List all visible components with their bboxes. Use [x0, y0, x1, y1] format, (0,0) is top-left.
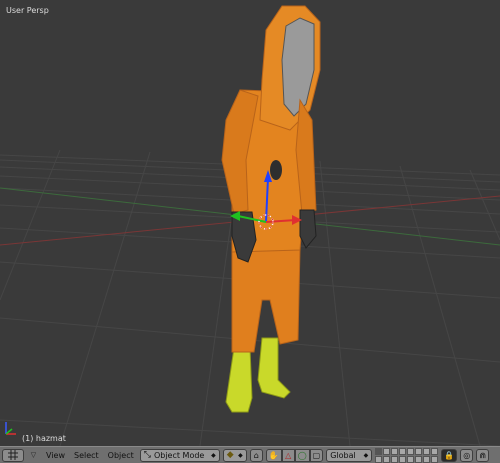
hand-icon: ✋	[268, 450, 279, 460]
viewport-header: ▽ View Select Object ⤡ Object Mode ◆ ◆ ◆…	[0, 446, 500, 463]
layer-16-button[interactable]	[415, 455, 423, 463]
render-preview-button[interactable]: ◎	[460, 448, 474, 462]
layer-1-button[interactable]	[375, 447, 383, 455]
rotate-manipulator-button[interactable]: ◯	[294, 448, 310, 462]
pivot-point-button[interactable]: ⌂	[249, 448, 263, 462]
solid-shading-icon: ◆	[226, 450, 234, 460]
chest-patch	[270, 160, 282, 180]
right-glove	[299, 209, 317, 249]
dropdown-arrow-icon: ◆	[363, 451, 369, 459]
snap-toggle-button[interactable]: ⋒	[476, 448, 490, 462]
mini-axis-icon	[5, 422, 16, 435]
dropdown-arrow-icon: ◆	[211, 451, 216, 459]
magnet-icon: ⋒	[479, 450, 487, 460]
scale-manipulator-button[interactable]: ▢	[309, 448, 324, 462]
editor-type-button[interactable]	[2, 448, 24, 462]
view-menu[interactable]: View	[43, 451, 68, 460]
square-icon: ▢	[312, 450, 321, 460]
scene-canvas[interactable]	[0, 0, 500, 446]
object-menu[interactable]: Object	[105, 451, 137, 460]
layer-13-button[interactable]	[391, 455, 399, 463]
layer-4-button[interactable]	[399, 447, 407, 455]
suit-legs	[231, 247, 301, 353]
layer-5-button[interactable]	[407, 447, 415, 455]
view-name-label: User Persp	[6, 6, 49, 15]
layer-buttons	[375, 447, 439, 463]
translate-manipulator-button[interactable]: △	[281, 448, 295, 462]
transform-orientation-dropdown[interactable]: Global ◆	[326, 448, 373, 462]
hazmat-model[interactable]	[221, 5, 321, 413]
lock-layers-button[interactable]: 🔒	[441, 448, 458, 462]
header-collapse-button[interactable]: ▽	[27, 449, 40, 462]
viewport-shading-dropdown[interactable]: ◆ ◆	[222, 448, 247, 462]
circle-icon: ◯	[297, 450, 307, 460]
object-mode-icon: ⤡	[143, 450, 151, 460]
render-icon: ◎	[463, 450, 471, 460]
layer-12-button[interactable]	[383, 455, 391, 463]
lock-icon: 🔒	[444, 450, 455, 460]
layer-8-button[interactable]	[431, 447, 439, 455]
left-boot	[225, 347, 253, 413]
select-menu[interactable]: Select	[71, 451, 102, 460]
layer-11-button[interactable]	[375, 455, 383, 463]
3d-viewport[interactable]: User Persp (1) hazmat	[0, 0, 500, 446]
layer-17-button[interactable]	[423, 455, 431, 463]
layer-7-button[interactable]	[423, 447, 431, 455]
layer-3-button[interactable]	[391, 447, 399, 455]
pivot-icon: ⌂	[253, 450, 259, 460]
blender-window: User Persp (1) hazmat ▽ View Select Obje…	[0, 0, 500, 463]
layer-14-button[interactable]	[399, 455, 407, 463]
mode-dropdown[interactable]: ⤡ Object Mode ◆	[139, 448, 220, 462]
grid-icon	[8, 450, 18, 460]
layer-15-button[interactable]	[407, 455, 415, 463]
layer-6-button[interactable]	[415, 447, 423, 455]
mode-value: Object Mode	[153, 450, 205, 460]
object-name-label: (1) hazmat	[22, 434, 66, 443]
dropdown-arrow-icon: ◆	[238, 451, 243, 459]
triangle-down-icon: ▽	[30, 451, 37, 459]
right-boot	[257, 337, 291, 399]
layer-18-button[interactable]	[431, 455, 439, 463]
triangle-icon: △	[285, 450, 292, 460]
layer-2-button[interactable]	[383, 447, 391, 455]
manipulator-toggle-button[interactable]: ✋	[265, 448, 282, 462]
orientation-value: Global	[330, 450, 356, 460]
manipulator-toggles: ✋ △ ◯ ▢	[265, 448, 324, 462]
